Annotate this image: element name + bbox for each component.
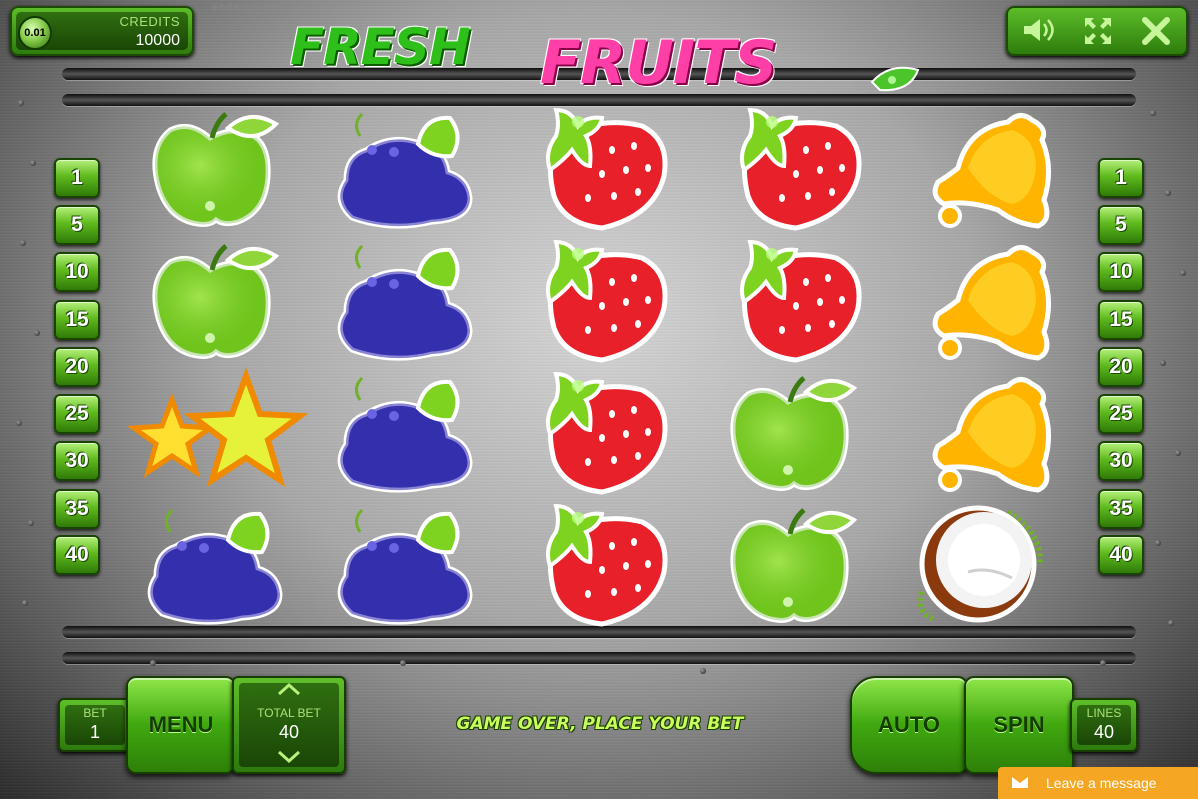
bell-symbol-icon (898, 236, 1068, 364)
envelope-icon (1012, 777, 1028, 788)
auto-button[interactable]: AUTO (850, 676, 968, 774)
droplet (28, 520, 34, 526)
fullscreen-icon[interactable] (1078, 16, 1118, 48)
strawberry-symbol-icon (514, 104, 684, 232)
droplet (22, 600, 28, 606)
droplet (1180, 270, 1186, 276)
droplet (1100, 660, 1106, 666)
grapes-symbol-icon (130, 500, 300, 628)
right-line-button[interactable]: 10 (1098, 252, 1144, 292)
apple-symbol-icon (130, 236, 300, 364)
logo-word-fresh: FRESH (290, 18, 471, 76)
left-line-button[interactable]: 1 (54, 158, 100, 198)
left-line-button[interactable]: 15 (54, 300, 100, 340)
lines-label: LINES (1086, 706, 1122, 720)
close-icon[interactable] (1136, 16, 1176, 48)
logo-word-fruits: FRUITS (540, 28, 777, 98)
total-bet-control: TOTAL BET 40 (232, 676, 346, 774)
logo-leaf-icon (870, 66, 920, 92)
droplet (1155, 540, 1161, 546)
left-line-button[interactable]: 20 (54, 347, 100, 387)
apple-symbol-icon (708, 368, 878, 496)
left-line-button[interactable]: 5 (54, 205, 100, 245)
grapes-symbol-icon (320, 500, 490, 628)
bell-symbol-icon (898, 104, 1068, 232)
strawberry-symbol-icon (708, 236, 878, 364)
droplet (400, 660, 406, 666)
left-line-button[interactable]: 30 (54, 441, 100, 481)
lines-display: LINES 40 (1070, 698, 1138, 752)
right-line-button[interactable]: 1 (1098, 158, 1144, 198)
apple-symbol-icon (708, 500, 878, 628)
total-bet-value: 40 (278, 722, 300, 742)
droplet (1150, 110, 1156, 116)
left-line-button[interactable]: 25 (54, 394, 100, 434)
left-line-button[interactable]: 40 (54, 535, 100, 575)
bet-value: 1 (89, 722, 100, 742)
menu-button[interactable]: MENU (126, 676, 236, 774)
apple-symbol-icon (130, 104, 300, 232)
right-line-button[interactable]: 15 (1098, 300, 1144, 340)
droplet (16, 420, 22, 426)
grapes-symbol-icon (320, 368, 490, 496)
left-line-button[interactable]: 35 (54, 489, 100, 529)
right-line-button[interactable]: 35 (1098, 489, 1144, 529)
bell-symbol-icon (898, 368, 1068, 496)
droplet (1160, 360, 1166, 366)
sound-icon[interactable] (1018, 16, 1058, 48)
total-bet-down-arrow-icon[interactable] (234, 750, 344, 769)
window-controls-panel (1006, 6, 1188, 56)
right-line-button[interactable]: 30 (1098, 441, 1144, 481)
credits-label: CREDITS (119, 14, 180, 29)
right-line-button[interactable]: 20 (1098, 347, 1144, 387)
right-line-button[interactable]: 40 (1098, 535, 1144, 575)
droplet (18, 100, 24, 106)
bet-label: BET (83, 706, 107, 720)
credits-value: 10000 (135, 32, 181, 49)
coconut-symbol-icon (898, 500, 1068, 628)
grapes-symbol-icon (320, 104, 490, 232)
reels-area (126, 104, 1070, 627)
strawberry-symbol-icon (514, 500, 684, 628)
lines-value: 40 (1093, 722, 1115, 742)
star-symbol-icon (126, 367, 309, 496)
droplet (30, 160, 36, 166)
brand-text: endorphina (212, 2, 278, 14)
droplet (1168, 620, 1174, 626)
spin-button[interactable]: SPIN (964, 676, 1074, 774)
total-bet-label: TOTAL BET (257, 706, 321, 720)
right-line-button[interactable]: 5 (1098, 205, 1144, 245)
right-line-button[interactable]: 25 (1098, 394, 1144, 434)
strawberry-symbol-icon (708, 104, 878, 232)
grapes-symbol-icon (320, 236, 490, 364)
droplet (20, 240, 26, 246)
credits-panel: 0.01 CREDITS 10000 (10, 6, 194, 56)
strawberry-symbol-icon (514, 236, 684, 364)
total-bet-up-arrow-icon[interactable] (234, 682, 344, 701)
status-message: GAME OVER, PLACE YOUR BET (456, 714, 744, 734)
droplet (1165, 190, 1171, 196)
droplet (1175, 450, 1181, 456)
droplet (150, 660, 156, 666)
left-line-button[interactable]: 10 (54, 252, 100, 292)
coin-value-button[interactable]: 0.01 (18, 16, 52, 50)
bet-display: BET 1 (58, 698, 132, 752)
leave-message-button[interactable]: Leave a message (998, 767, 1198, 799)
bottom-rail-2 (62, 652, 1136, 664)
droplet (700, 668, 706, 674)
leave-message-label: Leave a message (1046, 775, 1157, 791)
game-logo: FRESH FRUITS (290, 14, 940, 98)
droplet (34, 330, 40, 336)
strawberry-symbol-icon (514, 368, 684, 496)
